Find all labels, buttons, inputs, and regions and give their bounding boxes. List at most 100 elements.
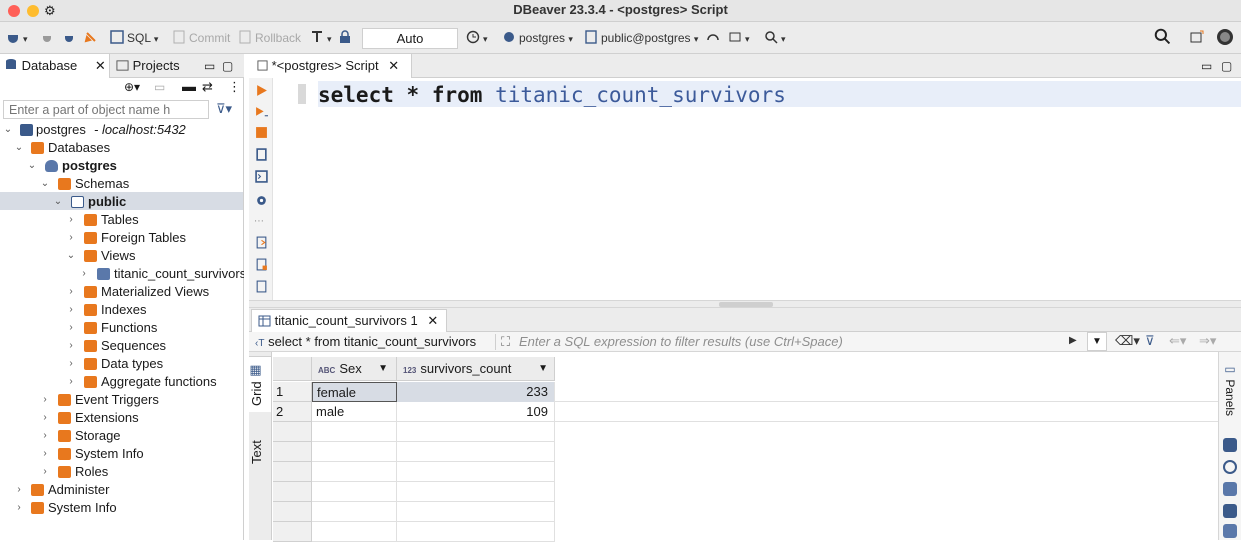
folder-icon [31,484,44,496]
table-row[interactable]: 1 female 233 [273,382,1218,402]
rollback-button[interactable]: Rollback [238,28,301,48]
value-panel-icon[interactable] [1223,438,1237,452]
new-folder-icon[interactable]: ▭ [154,80,165,94]
apply-filter-icon[interactable]: ▶ [1069,335,1077,346]
new-connection-button[interactable]: ▾ [6,28,28,48]
statement-marker [298,84,306,104]
query-text: ‹T select * from titanic_count_survivors [255,334,477,349]
perspective-button[interactable] [1190,28,1207,48]
cell-sex[interactable]: female [312,382,397,402]
tab-postgres-script[interactable]: *<postgres> Script ✕ [249,54,412,78]
folder-icon [84,322,97,334]
settings-gear-icon[interactable] [255,194,268,207]
global-search-button[interactable] [1154,28,1173,48]
folder-icon [31,502,44,514]
filter-icon[interactable]: ⊽▾ [216,101,232,117]
new-script-icon[interactable] [255,258,268,271]
cell-sex[interactable]: male [312,402,397,422]
editor-results-splitter[interactable] [249,300,1241,308]
minimize-view-button[interactable]: ▭ [204,54,218,78]
execute-new-tab-icon[interactable] [255,106,268,119]
datasource-selector[interactable]: postgres ▾ [502,28,573,48]
back-icon[interactable]: ⇐▾ [1169,333,1186,349]
sort-icon[interactable]: ▼ [538,357,548,381]
execute-script-icon[interactable] [255,126,268,139]
grouping-panel-icon[interactable] [1223,524,1237,538]
tab-results-titanic[interactable]: titanic_count_survivors 1 ✕ [251,309,447,332]
results-filter-input[interactable]: Enter a SQL expression to filter results… [519,334,843,349]
transaction-mode-selector[interactable]: Auto [362,28,458,49]
schema-selector[interactable]: public@postgres ▾ [584,28,698,48]
export-icon[interactable] [255,236,268,249]
folder-icon [84,232,97,244]
results-tabs: titanic_count_survivors 1 ✕ [249,308,1241,332]
invalidate-button[interactable] [84,28,101,48]
cell-survivors-count[interactable]: 233 [397,382,555,402]
panels-toggle[interactable]: ▭ Panels [1223,362,1237,416]
link-editor-icon[interactable]: ⇄ [202,79,213,95]
dashboard-button[interactable] [706,28,723,48]
grid-corner[interactable] [273,357,312,381]
lock-icon [340,30,350,43]
tab-database[interactable]: Database ✕ [0,54,110,78]
aggregate-panel-icon[interactable] [1223,460,1237,474]
view-menu-icon[interactable]: ⋮ [228,79,241,95]
navigator-tabs: Database ✕ Projects ▭ ▢ [0,54,244,78]
disconnect-button[interactable] [40,28,57,48]
sort-icon[interactable]: ▼ [378,357,388,381]
title-bar: ⚙ DBeaver 23.3.4 - <postgres> Script [0,0,1241,22]
editor-side-toolbar: ⋯ [249,78,273,300]
filter-separator [495,334,496,350]
close-icon[interactable]: ✕ [427,313,438,328]
filter-history-dropdown[interactable]: ▼ [1087,332,1107,351]
eraser-icon[interactable]: ⌫▾ [1115,333,1140,349]
filter-icon[interactable]: ⊽ [1145,333,1155,349]
window-title: DBeaver 23.3.4 - <postgres> Script [513,2,728,17]
folder-icon [58,466,71,478]
transaction-mode-button[interactable]: ▾ [310,28,332,48]
sql-editor[interactable]: select * from titanic_count_survivors [274,78,1241,300]
references-panel-icon[interactable] [1223,504,1237,518]
cell-survivors-count[interactable]: 109 [397,402,555,422]
explain-plan-icon[interactable] [255,148,268,161]
expand-icon[interactable]: ⛶ [501,334,510,350]
maximize-view-button[interactable]: ▢ [222,54,236,78]
folder-icon [31,142,44,154]
column-header-sex[interactable]: ABC Sex ▼ [312,357,397,381]
metadata-panel-icon[interactable] [1223,482,1237,496]
elephant-icon [504,32,514,42]
schema-icon [585,30,597,44]
folder-icon [84,358,97,370]
history-button[interactable]: ▾ [466,28,488,48]
sql-editor-button[interactable]: SQL ▾ [110,28,158,48]
close-icon[interactable]: ✕ [95,58,106,73]
column-header-survivors-count[interactable]: 123 survivors_count ▼ [397,357,555,381]
execute-statement-icon[interactable] [255,84,268,97]
empty-row [273,422,555,442]
splitter-grip[interactable] [719,302,773,307]
reconnect-button[interactable] [62,28,79,48]
format-icon[interactable] [255,280,268,293]
sql-statement[interactable]: select * from titanic_count_survivors [318,82,786,108]
tools-button[interactable]: ▾ [728,28,750,48]
dbeaver-perspective-button[interactable] [1216,28,1237,48]
maximize-editor-button[interactable]: ▢ [1221,54,1232,78]
navigator-filter-input[interactable] [3,100,209,119]
tree-node-view-titanic[interactable]: › titanic_count_survivors [0,265,244,283]
table-row[interactable]: 2 male 109 [273,402,1218,422]
search-menu-button[interactable]: ▾ [764,28,786,48]
tab-grid[interactable]: Grid ▦ [249,356,271,412]
close-icon[interactable]: ✕ [388,58,399,73]
commit-button[interactable]: Commit [172,28,230,48]
tab-projects[interactable]: Projects [112,54,192,78]
new-connection-icon[interactable]: ⊕▾ [124,80,140,94]
forward-icon[interactable]: ⇒▾ [1199,333,1216,349]
terminal-icon[interactable] [255,170,268,183]
table-icon [258,315,271,327]
minimize-editor-button[interactable]: ▭ [1201,54,1212,78]
lock-button[interactable] [338,28,355,48]
collapse-all-icon[interactable]: ▬ [182,78,196,94]
tab-text[interactable]: Text [249,428,271,476]
schema-icon [71,196,84,208]
editor-tabs: *<postgres> Script ✕ ▭ ▢ [249,54,1241,78]
